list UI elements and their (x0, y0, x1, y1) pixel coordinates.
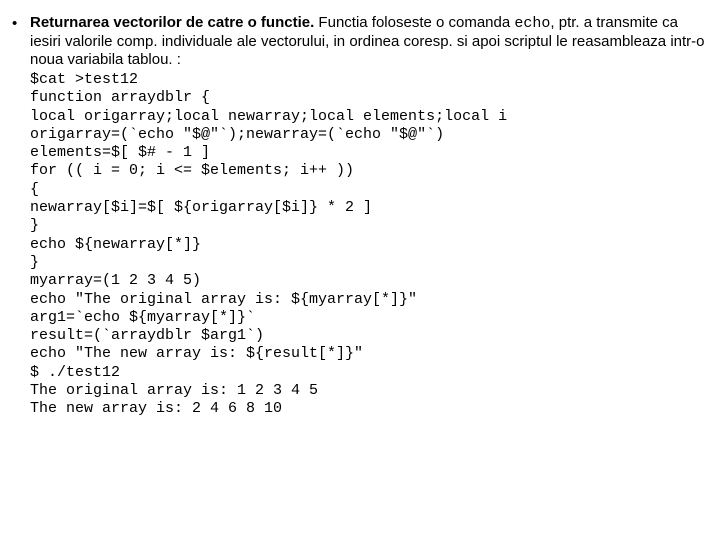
inline-code-echo: echo (514, 15, 550, 32)
code-block: $cat >test12 function arraydblr { local … (30, 71, 708, 419)
bullet-text: Returnarea vectorilor de catre o functie… (30, 14, 708, 69)
bullet-marker: • (12, 14, 30, 33)
bullet-part1: Functia foloseste o comanda (314, 14, 514, 31)
bullet-title: Returnarea vectorilor de catre o functie… (30, 14, 314, 31)
slide: • Returnarea vectorilor de catre o funct… (0, 0, 720, 540)
bullet-content: Returnarea vectorilor de catre o functie… (30, 14, 708, 419)
bullet-item: • Returnarea vectorilor de catre o funct… (12, 14, 708, 419)
